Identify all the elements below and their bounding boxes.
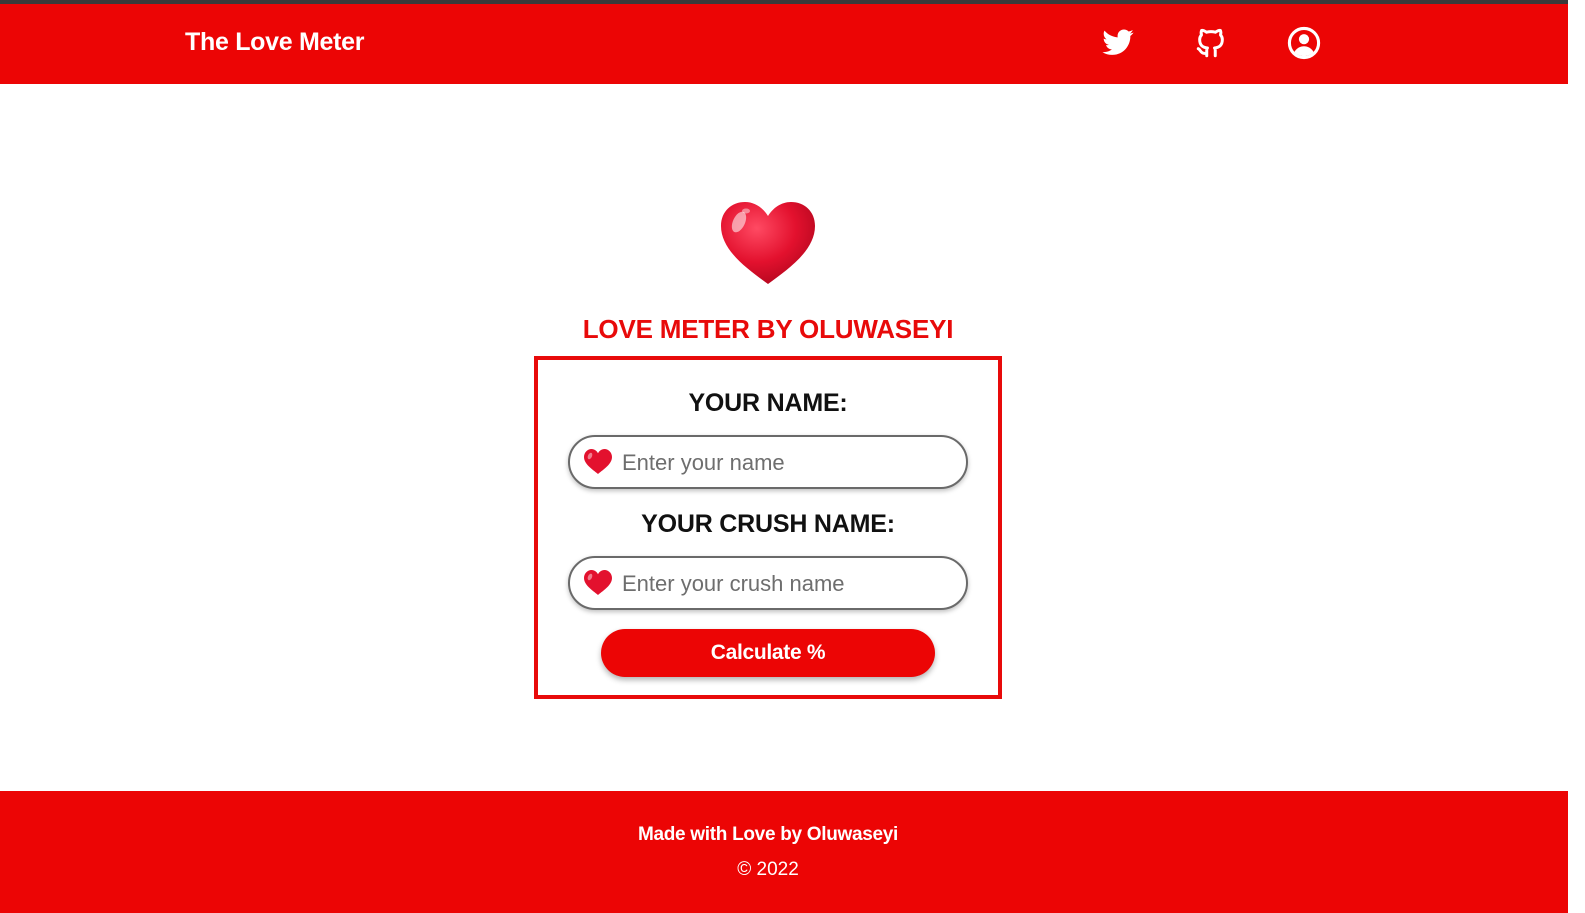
heart-icon	[717, 198, 819, 288]
your-name-label: YOUR NAME:	[688, 389, 848, 417]
heart-icon	[583, 448, 613, 476]
brand-logo-link[interactable]: The Love Meter	[185, 28, 364, 57]
page: The Love Meter LOVE METER BY OLUWASEYI Y…	[0, 0, 1585, 913]
calculate-button[interactable]: Calculate %	[601, 629, 935, 677]
page-title: LOVE METER BY OLUWASEYI	[582, 314, 954, 344]
scrollbar-track[interactable]	[1568, 0, 1585, 913]
crush-name-field	[568, 556, 968, 610]
navbar: The Love Meter	[0, 4, 1585, 84]
footer-copyright: © 2022	[737, 859, 799, 880]
footer: Made with Love by Oluwaseyi © 2022	[0, 791, 1585, 913]
github-icon[interactable]	[1194, 26, 1228, 60]
heart-icon	[583, 569, 613, 597]
crush-name-label: YOUR CRUSH NAME:	[641, 510, 895, 538]
your-name-field	[568, 435, 968, 489]
crush-name-input[interactable]	[622, 566, 952, 602]
twitter-icon[interactable]	[1101, 26, 1135, 60]
love-meter-form: YOUR NAME: YOUR CRUSH NAME: Calculate %	[534, 356, 1002, 699]
your-name-input[interactable]	[622, 445, 952, 481]
footer-credit: Made with Love by Oluwaseyi	[637, 824, 899, 845]
user-icon[interactable]	[1287, 26, 1321, 60]
